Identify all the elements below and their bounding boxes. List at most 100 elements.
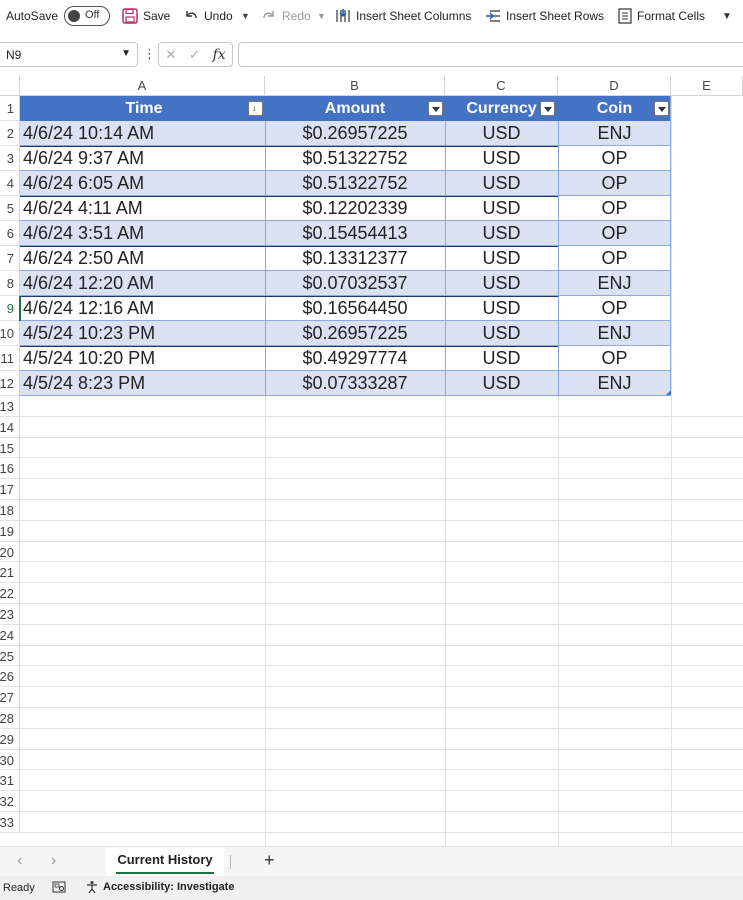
row-header[interactable]: 1 xyxy=(0,96,20,121)
name-box-chevron-down-icon[interactable]: ▼ xyxy=(121,48,131,59)
cell-time[interactable]: 4/5/24 10:23 PM xyxy=(20,321,265,346)
row-header[interactable]: 16 xyxy=(0,458,20,480)
row-header[interactable]: 12 xyxy=(0,371,20,396)
column-header-a[interactable]: A xyxy=(20,76,265,96)
cell-currency[interactable]: USD xyxy=(445,246,558,271)
column-header-b[interactable]: B xyxy=(265,76,445,96)
cell-amount[interactable]: $0.13312377 xyxy=(265,246,445,271)
row-header[interactable]: 14 xyxy=(0,416,20,438)
row-header[interactable]: 10 xyxy=(0,321,20,346)
cell-time[interactable]: 4/6/24 10:14 AM xyxy=(20,121,265,146)
cell-coin[interactable]: ENJ xyxy=(558,121,671,146)
row-header[interactable]: 18 xyxy=(0,500,20,521)
spreadsheet-grid[interactable]: A B C D E 1 2 3 4 5 6 7 8 9 10 11 12 13 14 15 16 17 18 19 20 21 22… xyxy=(0,76,743,846)
cell-currency[interactable]: USD xyxy=(445,371,558,396)
cell-currency[interactable]: USD xyxy=(445,121,558,146)
filter-dropdown-icon[interactable] xyxy=(540,101,555,116)
cell-amount[interactable]: $0.16564450 xyxy=(265,296,445,321)
row-header[interactable]: 19 xyxy=(0,520,20,542)
row-header[interactable]: 26 xyxy=(0,666,20,688)
cell-currency[interactable]: USD xyxy=(445,196,558,221)
row-header[interactable]: 15 xyxy=(0,437,20,459)
row-header[interactable]: 13 xyxy=(0,396,20,417)
enter-check-icon[interactable]: ✓ xyxy=(189,47,200,63)
cell-time[interactable]: 4/5/24 8:23 PM xyxy=(20,371,265,396)
cell-amount[interactable]: $0.51322752 xyxy=(265,171,445,196)
row-header[interactable]: 33 xyxy=(0,812,20,833)
redo-dropdown-chevron-down-icon[interactable]: ▼ xyxy=(317,0,326,32)
cell-coin[interactable]: OP xyxy=(558,246,671,271)
redo-button[interactable]: Redo xyxy=(261,0,311,32)
chevron-right-icon[interactable]: › xyxy=(51,852,56,870)
header-amount[interactable]: Amount xyxy=(265,96,445,121)
cell-amount[interactable]: $0.07333287 xyxy=(265,371,445,396)
sheet-tab-current-history[interactable]: Current History xyxy=(106,847,224,877)
row-header[interactable]: 21 xyxy=(0,562,20,584)
cell-coin[interactable]: OP xyxy=(558,296,671,321)
cell-currency[interactable]: USD xyxy=(445,221,558,246)
cell-time[interactable]: 4/6/24 2:50 AM xyxy=(20,246,265,271)
cell-amount[interactable]: $0.26957225 xyxy=(265,121,445,146)
insert-sheet-rows-button[interactable]: Insert Sheet Rows xyxy=(485,0,604,32)
column-header-d[interactable]: D xyxy=(558,76,671,96)
row-header[interactable]: 23 xyxy=(0,604,20,625)
sort-descending-filter-icon[interactable] xyxy=(248,101,263,116)
row-header[interactable]: 27 xyxy=(0,687,20,708)
cell-currency[interactable]: USD xyxy=(445,346,558,371)
add-sheet-button[interactable]: + xyxy=(264,850,275,871)
row-header[interactable]: 22 xyxy=(0,583,20,604)
cell-time[interactable]: 4/6/24 12:20 AM xyxy=(20,271,265,296)
insert-sheet-columns-button[interactable]: Insert Sheet Columns xyxy=(335,0,471,32)
cell-coin[interactable]: ENJ xyxy=(558,321,671,346)
row-header[interactable]: 30 xyxy=(0,749,20,771)
column-header-c[interactable]: C xyxy=(445,76,558,96)
row-header[interactable]: 8 xyxy=(0,271,20,296)
cell-currency[interactable]: USD xyxy=(445,321,558,346)
row-header[interactable]: 32 xyxy=(0,791,20,812)
header-time[interactable]: Time xyxy=(20,96,265,121)
table-resize-handle[interactable] xyxy=(666,390,671,395)
cell-currency[interactable]: USD xyxy=(445,171,558,196)
accessibility-icon[interactable] xyxy=(85,880,99,894)
format-cells-button[interactable]: Format Cells xyxy=(618,0,705,32)
cell-time[interactable]: 4/6/24 6:05 AM xyxy=(20,171,265,196)
save-button[interactable]: Save xyxy=(122,0,170,32)
cell-amount[interactable]: $0.12202339 xyxy=(265,196,445,221)
cell-coin[interactable]: ENJ xyxy=(558,271,671,296)
row-header[interactable]: 9 xyxy=(0,296,20,321)
column-header-e[interactable]: E xyxy=(671,76,743,96)
row-header[interactable]: 3 xyxy=(0,146,20,171)
macro-record-icon[interactable] xyxy=(52,880,66,894)
undo-dropdown-chevron-down-icon[interactable]: ▼ xyxy=(241,0,250,32)
cell-amount[interactable]: $0.51322752 xyxy=(265,146,445,171)
cell-currency[interactable]: USD xyxy=(445,271,558,296)
select-all-corner[interactable] xyxy=(0,76,20,96)
cell-time[interactable]: 4/6/24 9:37 AM xyxy=(20,146,265,171)
cell-time[interactable]: 4/6/24 3:51 AM xyxy=(20,221,265,246)
cell-amount[interactable]: $0.15454413 xyxy=(265,221,445,246)
cell-time[interactable]: 4/6/24 12:16 AM xyxy=(20,296,265,321)
cell-currency[interactable]: USD xyxy=(445,146,558,171)
row-header[interactable]: 7 xyxy=(0,246,20,271)
formula-input[interactable] xyxy=(238,42,743,67)
cell-coin[interactable]: OP xyxy=(558,221,671,246)
cell-coin[interactable]: OP xyxy=(558,196,671,221)
insert-function-icon[interactable]: fx xyxy=(213,47,226,63)
accessibility-status[interactable]: Accessibility: Investigate xyxy=(103,881,234,893)
row-header[interactable]: 25 xyxy=(0,645,20,667)
row-header[interactable]: 20 xyxy=(0,541,20,563)
row-header[interactable]: 17 xyxy=(0,479,20,500)
undo-button[interactable]: Undo xyxy=(183,0,233,32)
autosave-toggle[interactable]: Off xyxy=(64,6,110,26)
filter-dropdown-icon[interactable] xyxy=(428,101,443,116)
cancel-icon[interactable]: ✕ xyxy=(165,47,176,63)
cell-coin[interactable]: OP xyxy=(558,146,671,171)
row-header[interactable]: 11 xyxy=(0,346,20,371)
more-vertical-icon[interactable]: ⋮ xyxy=(143,46,156,62)
row-header[interactable]: 28 xyxy=(0,708,20,729)
cell-coin[interactable]: ENJ xyxy=(558,371,671,396)
cell-time[interactable]: 4/6/24 4:11 AM xyxy=(20,196,265,221)
cell-amount[interactable]: $0.07032537 xyxy=(265,271,445,296)
row-header[interactable]: 24 xyxy=(0,624,20,646)
more-options-chevron-down-icon[interactable]: ▼ xyxy=(722,0,732,32)
